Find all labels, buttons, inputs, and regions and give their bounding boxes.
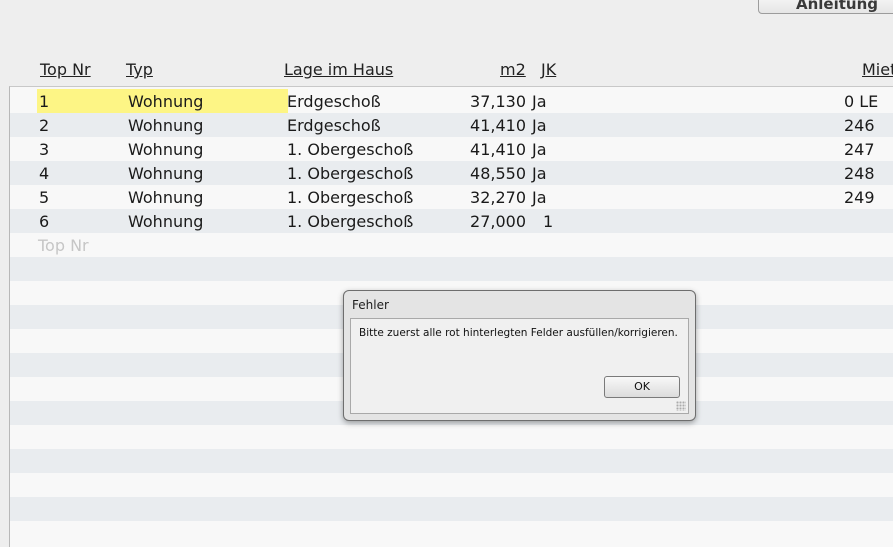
table-row[interactable]: 6 Wohnung 1. Obergeschoß 27,000 1 xyxy=(10,209,893,233)
error-dialog: Fehler Bitte zuerst alle rot hinterlegte… xyxy=(343,290,696,421)
cell-m2[interactable]: 41,410 xyxy=(440,137,526,161)
cell-top-nr[interactable]: 5 xyxy=(39,185,49,209)
cell-jk[interactable]: Ja xyxy=(532,161,547,185)
cell-top-nr[interactable]: 6 xyxy=(39,209,49,233)
cell-typ[interactable]: Wohnung xyxy=(128,185,203,209)
dialog-title: Fehler xyxy=(352,298,389,312)
empty-row xyxy=(10,521,893,545)
table-row[interactable]: 5 Wohnung 1. Obergeschoß 32,270 Ja 249 xyxy=(10,185,893,209)
ok-button[interactable]: OK xyxy=(604,376,680,398)
cell-lage[interactable]: 1. Obergeschoß xyxy=(287,137,413,161)
cell-miete[interactable]: 248 xyxy=(844,161,875,185)
cell-typ[interactable]: Wohnung xyxy=(123,89,288,113)
cell-lage[interactable]: 1. Obergeschoß xyxy=(287,209,413,233)
cell-lage[interactable]: 1. Obergeschoß xyxy=(287,161,413,185)
cell-top-nr[interactable]: 1 xyxy=(37,89,124,113)
dialog-body: Bitte zuerst alle rot hinterlegten Felde… xyxy=(350,318,689,414)
table-row[interactable]: 2 Wohnung Erdgeschoß 41,410 Ja 246 xyxy=(10,113,893,137)
column-header-miete[interactable]: Miet xyxy=(862,60,893,79)
new-row-top-nr-placeholder[interactable]: Top Nr xyxy=(38,233,89,257)
cell-jk[interactable]: Ja xyxy=(532,89,547,113)
cell-typ[interactable]: Wohnung xyxy=(128,161,203,185)
cell-top-nr[interactable]: 2 xyxy=(39,113,49,137)
cell-top-nr[interactable]: 3 xyxy=(39,137,49,161)
cell-miete[interactable]: 246 xyxy=(844,113,875,137)
dialog-message: Bitte zuerst alle rot hinterlegten Felde… xyxy=(359,327,678,339)
column-header-m2[interactable]: m2 xyxy=(500,60,526,79)
cell-m2[interactable]: 48,550 xyxy=(440,161,526,185)
empty-row xyxy=(10,473,893,497)
cell-lage[interactable]: 1. Obergeschoß xyxy=(287,185,413,209)
cell-jk[interactable]: Ja xyxy=(532,137,547,161)
cell-typ[interactable]: Wohnung xyxy=(128,137,203,161)
cell-jk[interactable]: 1 xyxy=(543,209,553,233)
table-header: Top Nr Typ Lage im Haus m2 JK Miet xyxy=(0,60,893,82)
empty-row xyxy=(10,449,893,473)
table-row[interactable]: 3 Wohnung 1. Obergeschoß 41,410 Ja 247 xyxy=(10,137,893,161)
empty-row xyxy=(10,257,893,281)
column-header-jk[interactable]: JK xyxy=(541,60,556,79)
cell-m2[interactable]: 32,270 xyxy=(440,185,526,209)
cell-lage[interactable]: Erdgeschoß xyxy=(287,113,381,137)
cell-miete[interactable]: 247 xyxy=(844,137,875,161)
column-header-typ[interactable]: Typ xyxy=(126,60,153,79)
table-row[interactable]: 1 Wohnung Erdgeschoß 37,130 Ja 0 LE xyxy=(10,89,893,113)
column-header-lage[interactable]: Lage im Haus xyxy=(284,60,393,79)
cell-typ[interactable]: Wohnung xyxy=(128,113,203,137)
empty-row xyxy=(10,425,893,449)
anleitung-button[interactable]: Anleitung xyxy=(758,0,893,14)
cell-top-nr[interactable]: 4 xyxy=(39,161,49,185)
new-row[interactable]: Top Nr xyxy=(10,233,893,257)
cell-miete[interactable]: 0 LE xyxy=(844,89,878,113)
empty-row xyxy=(10,497,893,521)
cell-lage[interactable]: Erdgeschoß xyxy=(287,89,381,113)
cell-jk[interactable]: Ja xyxy=(532,185,547,209)
cell-m2[interactable]: 41,410 xyxy=(440,113,526,137)
cell-m2[interactable]: 37,130 xyxy=(440,89,526,113)
cell-miete[interactable]: 249 xyxy=(844,185,875,209)
cell-typ[interactable]: Wohnung xyxy=(128,209,203,233)
column-header-top-nr[interactable]: Top Nr xyxy=(40,60,91,79)
table-row[interactable]: 4 Wohnung 1. Obergeschoß 48,550 Ja 248 xyxy=(10,161,893,185)
cell-m2[interactable]: 27,000 xyxy=(440,209,526,233)
cell-jk[interactable]: Ja xyxy=(532,113,547,137)
resize-grip-icon[interactable] xyxy=(676,401,686,411)
